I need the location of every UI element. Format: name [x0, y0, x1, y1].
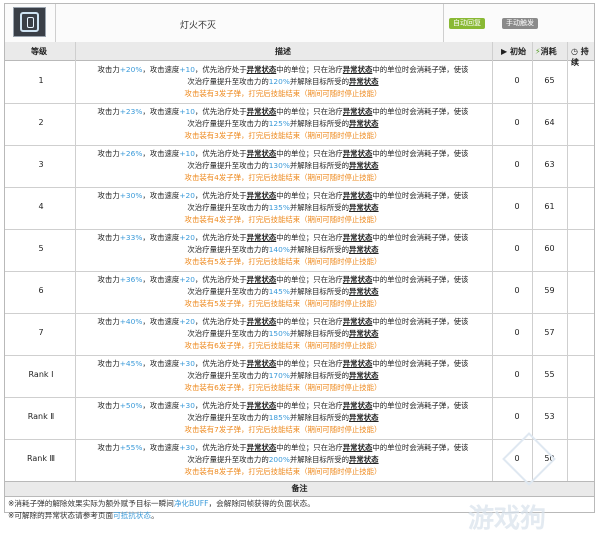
row-sp-cost: 55 — [544, 370, 555, 379]
row-description: 攻击力+50%，攻击速度+30，优先治疗处于异常状态中的单位；只在治疗异常状态中… — [97, 401, 469, 434]
row-level: 5 — [38, 244, 44, 253]
table-row: 3 攻击力+26%，攻击速度+10，优先治疗处于异常状态中的单位；只在治疗异常状… — [5, 145, 594, 188]
row-description: 攻击力+30%，攻击速度+20，优先治疗处于异常状态中的单位；只在治疗异常状态中… — [97, 191, 469, 224]
row-level: Rank Ⅰ — [28, 370, 54, 379]
footer-notes: ※消耗子弹的解除效果实际为额外赋予目标一瞬间净化BUFF，会解除同帧获得的负面状… — [8, 498, 315, 522]
table-row: 6 攻击力+36%，攻击速度+20，优先治疗处于异常状态中的单位；只在治疗异常状… — [5, 271, 594, 314]
header-init: ▶ 初始 — [501, 47, 526, 56]
table-row: 4 攻击力+30%，攻击速度+20，优先治疗处于异常状态中的单位；只在治疗异常状… — [5, 187, 594, 230]
row-sp-cost: 63 — [544, 160, 555, 169]
watermark: 游戏狗 — [468, 504, 547, 534]
footer-title: 备注 — [5, 481, 594, 497]
tag-manual-trigger: 手动触发 — [502, 18, 538, 29]
table-header: 等级 描述 ▶ 初始 ⚡消耗 ◷ 持续 — [5, 42, 594, 67]
header-level: 等级 — [31, 47, 47, 56]
row-level: 4 — [38, 202, 44, 211]
table-row: Rank Ⅰ 攻击力+45%，攻击速度+30，优先治疗处于异常状态中的单位；只在… — [5, 355, 594, 398]
row-description: 攻击力+26%，攻击速度+10，优先治疗处于异常状态中的单位；只在治疗异常状态中… — [97, 149, 469, 182]
row-level: 7 — [38, 328, 44, 337]
row-description: 攻击力+20%，攻击速度+10，优先治疗处于异常状态中的单位；只在治疗异常状态中… — [97, 65, 469, 98]
header-desc: 描述 — [275, 47, 291, 56]
note-1: ※消耗子弹的解除效果实际为额外赋予目标一瞬间净化BUFF，会解除同帧获得的负面状… — [8, 499, 315, 508]
link-purify-buff[interactable]: 净化BUFF — [174, 499, 209, 508]
note-2: ※可解除的异常状态请参考页面可抵抗状态。 — [8, 511, 159, 520]
row-sp-cost: 64 — [544, 118, 555, 127]
row-sp-cost: 53 — [544, 412, 555, 421]
row-description: 攻击力+40%，攻击速度+20，优先治疗处于异常状态中的单位；只在治疗异常状态中… — [97, 317, 469, 350]
row-level: 2 — [38, 118, 44, 127]
link-resistible-status[interactable]: 可抵抗状态 — [113, 511, 151, 520]
row-description: 攻击力+23%，攻击速度+10，优先治疗处于异常状态中的单位；只在治疗异常状态中… — [97, 107, 469, 140]
row-sp-cost: 59 — [544, 286, 555, 295]
skill-table: 灯火不灭 自动回复 手动触发 等级 描述 ▶ 初始 ⚡消耗 ◷ 持续 1 攻击力… — [4, 3, 595, 513]
table-row: Rank Ⅱ 攻击力+50%，攻击速度+30，优先治疗处于异常状态中的单位；只在… — [5, 397, 594, 440]
skill-header: 灯火不灭 自动回复 手动触发 — [5, 4, 594, 43]
skill-name: 灯火不灭 — [180, 21, 217, 31]
table-row: 7 攻击力+40%，攻击速度+20，优先治疗处于异常状态中的单位；只在治疗异常状… — [5, 313, 594, 356]
row-description: 攻击力+33%，攻击速度+20，优先治疗处于异常状态中的单位；只在治疗异常状态中… — [97, 233, 469, 266]
row-sp-cost: 65 — [544, 76, 555, 85]
row-sp-cost: 57 — [544, 328, 555, 337]
table-row: 2 攻击力+23%，攻击速度+10，优先治疗处于异常状态中的单位；只在治疗异常状… — [5, 103, 594, 146]
table-row: 1 攻击力+20%，攻击速度+10，优先治疗处于异常状态中的单位；只在治疗异常状… — [5, 61, 594, 104]
lamp-icon — [13, 7, 46, 37]
row-sp-cost: 60 — [544, 244, 555, 253]
row-level: 3 — [38, 160, 44, 169]
row-level: 1 — [38, 76, 44, 85]
table-row: 5 攻击力+33%，攻击速度+20，优先治疗处于异常状态中的单位；只在治疗异常状… — [5, 229, 594, 272]
row-level: 6 — [38, 286, 44, 295]
row-sp-cost: 61 — [544, 202, 555, 211]
header-cost: ⚡消耗 — [535, 47, 557, 56]
play-icon: ▶ — [501, 47, 508, 56]
row-description: 攻击力+45%，攻击速度+30，优先治疗处于异常状态中的单位；只在治疗异常状态中… — [97, 359, 469, 392]
clock-icon: ◷ — [571, 47, 578, 56]
row-level: Rank Ⅱ — [27, 412, 55, 421]
tag-auto-recovery: 自动回复 — [449, 18, 485, 29]
row-description: 攻击力+55%，攻击速度+30，优先治疗处于异常状态中的单位；只在治疗异常状态中… — [97, 443, 469, 476]
row-level: Rank Ⅲ — [26, 454, 56, 463]
row-description: 攻击力+36%，攻击速度+20，优先治疗处于异常状态中的单位；只在治疗异常状态中… — [97, 275, 469, 308]
